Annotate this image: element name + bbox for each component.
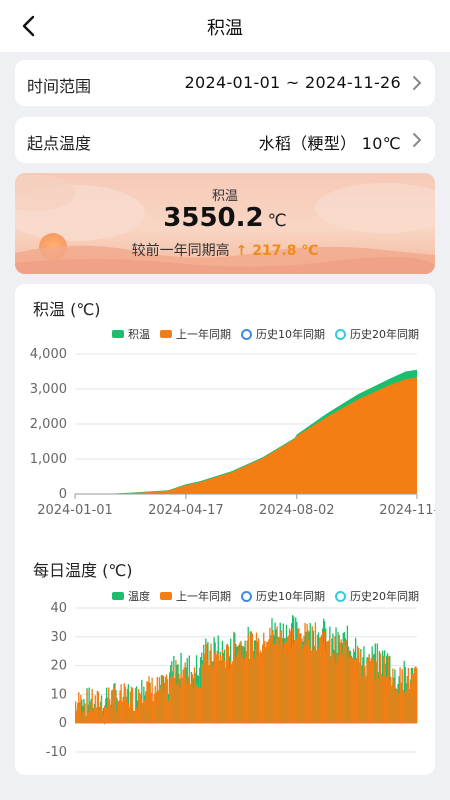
y-tick-label: 1,000: [30, 452, 67, 467]
accumulated-temperature-chart[interactable]: 0 1,000 2,000 3,000 4,000 2024-01-01 2024-04-1…: [15, 342, 435, 592]
charts-card: 积温 (℃) 积温 上一年同期 历史10年同期 历史20年同期 0 1,000 2,…: [15, 284, 435, 775]
y-tick-label: 20: [50, 659, 67, 674]
legend-swatch: [241, 328, 252, 340]
chevron-right-icon: [413, 133, 421, 147]
x-tick-label: 2024-11-26: [379, 503, 435, 518]
y-tick-label: 4,000: [30, 347, 67, 362]
start-temperature-label: 起点温度: [27, 134, 92, 153]
compare-label: 较前一年同期高: [131, 243, 230, 259]
y-tick-label: -10: [46, 745, 67, 760]
legend-label: 历史10年同期: [256, 328, 325, 341]
start-temperature-row[interactable]: 起点温度 水稻（粳型） 10℃: [15, 117, 435, 163]
legend-label: 积温: [128, 328, 150, 341]
summary-value-wrap: 3550.2 ℃: [15, 203, 435, 233]
x-tick-label: 2024-04-17: [148, 503, 224, 518]
time-range-row[interactable]: 时间范围 2024-01-01 ~ 2024-11-26: [15, 60, 435, 106]
legend-swatch: [112, 592, 124, 600]
summary-title: 积温: [211, 189, 238, 204]
legend-swatch: [160, 330, 172, 338]
y-tick-label: 40: [50, 602, 67, 616]
legend-item-last-year[interactable]: 上一年同期: [160, 326, 231, 342]
legend-label: 上一年同期: [176, 328, 231, 341]
daily-chart-title: 每日温度 (℃): [33, 561, 133, 580]
top-bar: 积温: [0, 0, 450, 52]
accumulated-chart-title: 积温 (℃): [33, 300, 101, 319]
chevron-right-icon: [413, 76, 421, 90]
x-tick-label: 2024-08-02: [259, 503, 335, 518]
legend-swatch: [335, 590, 346, 602]
daily-bar-current: [103, 723, 106, 725]
compare-line: 较前一年同期高 ↑ 217.8 ℃: [15, 240, 435, 260]
legend-item-current[interactable]: 积温: [112, 326, 150, 342]
x-tick-label: 2024-01-01: [37, 503, 113, 518]
summary-banner: 积温 3550.2 ℃ 较前一年同期高 ↑ 217.8 ℃: [15, 173, 435, 274]
y-tick-label: 2,000: [30, 417, 67, 432]
accumulated-temperature-value: 3550.2: [163, 203, 264, 233]
legend-swatch: [160, 592, 172, 600]
accumulated-chart-legend: 积温 上一年同期 历史10年同期 历史20年同期: [112, 326, 419, 342]
legend-item-hist10[interactable]: 历史10年同期: [241, 326, 325, 342]
time-range-label: 时间范围: [27, 77, 92, 96]
page-title: 积温: [207, 18, 243, 39]
legend-label: 历史20年同期: [350, 328, 419, 341]
legend-swatch: [335, 328, 346, 340]
legend-swatch: [241, 590, 252, 602]
legend-item-hist20[interactable]: 历史20年同期: [335, 326, 419, 342]
daily-bar-last-year: [415, 667, 418, 724]
accumulated-temperature-unit: ℃: [267, 211, 287, 231]
daily-temperature-chart[interactable]: -10 0 10 20 30 40: [15, 602, 435, 772]
y-tick-label: 0: [59, 487, 67, 502]
y-tick-label: 30: [50, 630, 67, 645]
y-tick-label: 3,000: [30, 382, 67, 397]
y-tick-label: 0: [59, 716, 67, 731]
time-range-value: 2024-01-01 ~ 2024-11-26: [184, 73, 401, 92]
compare-value: ↑ 217.8 ℃: [235, 243, 319, 259]
start-temperature-value: 水稻（粳型） 10℃: [258, 134, 401, 153]
legend-swatch: [112, 330, 124, 338]
y-tick-label: 10: [50, 687, 67, 702]
